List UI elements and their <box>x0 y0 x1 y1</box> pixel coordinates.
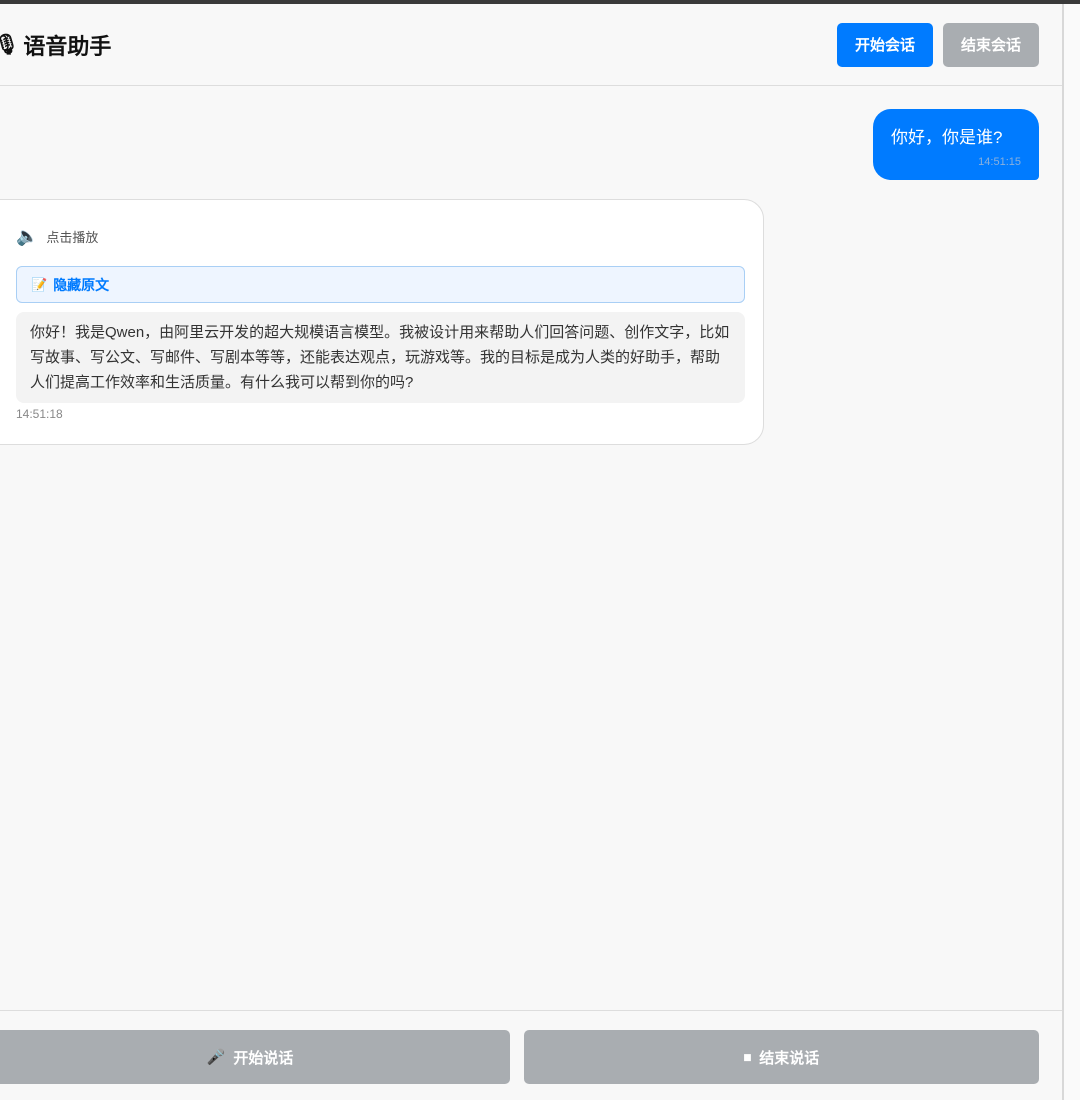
app-title-text: 语音助手 <box>23 33 112 59</box>
stop-speaking-button[interactable]: ⏹ 结束说话 <box>524 1030 1039 1084</box>
play-audio-button[interactable]: 🔈 点击播放 <box>16 226 745 247</box>
footer-controls: 🎤 开始说话 ⏹ 结束说话 <box>0 1010 1062 1100</box>
assistant-message-text: 你好！我是Qwen，由阿里云开发的超大规模语言模型。我被设计用来帮助人们回答问题… <box>16 312 745 403</box>
microphone-icon: 🎤 <box>206 1049 226 1066</box>
stop-speaking-label: 结束说话 <box>759 1049 820 1067</box>
start-session-button[interactable]: 开始会话 <box>836 22 933 67</box>
assistant-message: 🔈 点击播放 📝 隐藏原文 你好！我是Qwen，由阿里云开发的超大规模语言模型。我被… <box>0 199 764 445</box>
user-message-time: 14:51:15 <box>978 156 1021 168</box>
stop-icon: ⏹ <box>743 1048 752 1066</box>
app-title: 🎙 语音助手 <box>0 29 111 61</box>
assistant-message-time: 14:51:18 <box>16 407 63 421</box>
user-message-text: 你好，你是谁? <box>891 128 1003 147</box>
microphone-icon: 🎙 <box>0 34 20 56</box>
memo-icon: 📝 <box>31 276 48 292</box>
speaker-icon: 🔈 <box>16 226 39 246</box>
play-label: 点击播放 <box>46 230 99 245</box>
hide-transcript-button[interactable]: 📝 隐藏原文 <box>16 266 745 303</box>
start-speaking-label: 开始说话 <box>233 1049 294 1067</box>
end-session-button[interactable]: 结束会话 <box>942 22 1039 67</box>
header: 🎙 语音助手 开始会话 结束会话 <box>0 4 1062 86</box>
start-speaking-button[interactable]: 🎤 开始说话 <box>0 1030 510 1084</box>
hide-transcript-label: 隐藏原文 <box>53 276 110 293</box>
user-message: 你好，你是谁? 14:51:15 <box>873 109 1039 180</box>
scrollbar[interactable] <box>1062 4 1080 1100</box>
